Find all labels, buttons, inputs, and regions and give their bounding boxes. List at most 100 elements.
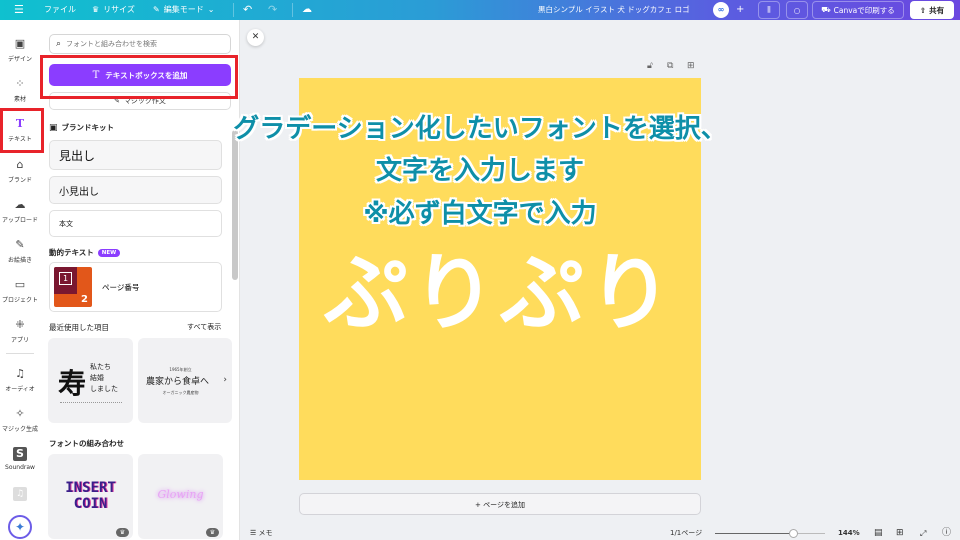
- insert-coin-text: INSERT COIN: [48, 480, 133, 512]
- document-title[interactable]: 黒白シンプル イラスト 犬 ドッグカフェ ロゴ: [538, 0, 690, 20]
- zoom-level[interactable]: 144%: [838, 527, 860, 540]
- add-textbox-button[interactable]: T テキストボックスを追加: [49, 64, 231, 86]
- comments-button[interactable]: ○: [786, 1, 808, 19]
- fullscreen-icon[interactable]: ⤢: [920, 527, 926, 540]
- brand-kit-icon: ▣: [49, 122, 58, 133]
- body-label: 本文: [59, 219, 73, 228]
- add-textbox-label: テキストボックスを追加: [105, 70, 188, 80]
- folder-icon: ▭: [14, 278, 26, 291]
- brand-kit-header[interactable]: ▣ ブランドキット: [49, 122, 114, 133]
- undo-icon[interactable]: ↶: [243, 0, 252, 20]
- heading-label: 見出し: [59, 148, 96, 163]
- rail-label: 素材: [13, 96, 26, 103]
- recent-header: 最近使用した項目: [49, 322, 109, 333]
- close-panel-button[interactable]: ✕: [247, 29, 264, 46]
- rail-item-text[interactable]: T テキスト: [0, 117, 40, 143]
- recent-item-small-bottom: オーガニック農産物: [162, 390, 199, 395]
- rail-label: テキスト: [8, 136, 32, 143]
- divider: [233, 3, 234, 17]
- rail-item-audio[interactable]: ♫ オーディオ: [0, 367, 40, 393]
- page-indicator[interactable]: 1/1ページ: [670, 527, 702, 540]
- chevron-right-icon[interactable]: ›: [223, 375, 227, 385]
- help-icon[interactable]: ⓘ: [942, 527, 951, 540]
- rail-item-draw[interactable]: ✎ お絵描き: [0, 238, 40, 264]
- soundraw-icon: S: [13, 447, 27, 461]
- magic-media-icon: ✧: [15, 407, 25, 420]
- zoom-slider-handle[interactable]: [789, 529, 799, 538]
- recent-item[interactable]: 1965年創立 農家から食卓へ オーガニック農産物 ›: [138, 338, 232, 423]
- subheading-label: 小見出し: [59, 186, 99, 198]
- resize-label: リサイズ: [103, 5, 135, 14]
- page-number-item[interactable]: 1 2 ページ番号: [49, 262, 222, 312]
- rail-item-uploads[interactable]: ☁ アップロード: [0, 198, 40, 224]
- apps-icon: ⁜: [15, 318, 25, 331]
- grid-view-icon[interactable]: ⊞: [896, 527, 904, 540]
- rail-label: プロジェクト: [1, 297, 38, 304]
- crown-icon: ♛: [92, 5, 100, 14]
- top-bar: ☰ ファイル ♛ リサイズ ✎ 編集モード ⌄ ↶ ↷ ☁ 黒白シンプル イラスト 犬…: [0, 0, 960, 20]
- glowing-text: Glowing: [157, 488, 204, 501]
- magic-pen-icon: ✎: [114, 97, 120, 105]
- font-combos-label: フォントの組み合わせ: [49, 439, 124, 448]
- premium-crown-icon: ♛: [206, 528, 219, 537]
- document-title-text: 黒白シンプル イラスト 犬 ドッグカフェ ロゴ: [538, 5, 690, 14]
- insights-button[interactable]: ⫼: [758, 1, 780, 19]
- resize-button[interactable]: ♛ リサイズ: [92, 0, 135, 20]
- share-button[interactable]: ⇧ 共有: [910, 1, 954, 19]
- design-icon: ▣: [14, 37, 26, 50]
- thumb-number-1: 1: [59, 272, 72, 285]
- font-combo-item[interactable]: Glowing ♛: [138, 454, 223, 539]
- add-collaborator-button[interactable]: +: [736, 0, 744, 20]
- rail-item-brand[interactable]: ⌂ ブランド: [0, 158, 40, 184]
- edit-mode-dropdown[interactable]: ✎ 編集モード ⌄: [153, 0, 214, 20]
- avatar[interactable]: ∞: [713, 2, 729, 18]
- cloud-saved-icon[interactable]: ☁: [302, 0, 312, 20]
- rail-item-magic-media[interactable]: ✧ マジック生成: [0, 407, 40, 433]
- magic-write-label: マジック作文: [123, 97, 166, 105]
- file-menu[interactable]: ファイル: [44, 0, 76, 20]
- duplicate-page-icon[interactable]: ⧉: [667, 61, 673, 71]
- bar-chart-icon: ⫼: [767, 5, 771, 14]
- rail-item-projects[interactable]: ▭ プロジェクト: [0, 278, 40, 304]
- recent-item-small-top: 1965年創立: [169, 367, 192, 372]
- recent-label: 最近使用した項目: [49, 323, 109, 332]
- print-button[interactable]: ⛟ Canvaで印刷する: [812, 1, 904, 19]
- magic-assistant-icon[interactable]: ✦: [8, 515, 32, 539]
- divider: [6, 353, 34, 354]
- rail-item-apps[interactable]: ⁜ アプリ: [0, 318, 40, 344]
- search-placeholder: フォントと組み合わせを検索: [66, 40, 158, 48]
- font-combo-item[interactable]: INSERT COIN ♛: [48, 454, 133, 539]
- rail-item-design[interactable]: ▣ デザイン: [0, 37, 40, 63]
- instruction-line-3: ※必ず白文字で入力: [363, 199, 597, 229]
- page-number-thumbnail: 1 2: [54, 267, 92, 307]
- chevron-down-icon: ⌄: [207, 5, 215, 14]
- divider: [292, 3, 293, 17]
- font-search-input[interactable]: ⌕ フォントと組み合わせを検索: [49, 34, 231, 54]
- notes-icon: ☰: [250, 529, 257, 537]
- music-app-icon[interactable]: ♫: [13, 487, 27, 501]
- combo-text-2: COIN: [73, 496, 108, 512]
- rail-item-soundraw[interactable]: S Soundraw: [0, 447, 40, 471]
- thumb-number-2: 2: [81, 294, 88, 305]
- redo-icon[interactable]: ↷: [268, 0, 277, 20]
- page-text-element[interactable]: ぷりぷり: [300, 243, 700, 343]
- recent-item-kanji: 寿: [58, 367, 87, 400]
- rail-item-elements[interactable]: ⁘ 素材: [0, 77, 40, 103]
- premium-crown-icon: ♛: [116, 528, 129, 537]
- notes-button[interactable]: ☰ メモ: [250, 527, 273, 540]
- decor-line: [60, 402, 122, 403]
- lock-icon[interactable]: 🔓︎: [647, 61, 653, 71]
- brand-kit-label: ブランドキット: [61, 123, 115, 132]
- page-view-icon[interactable]: ▤: [874, 527, 883, 540]
- upload-icon: ⇧: [919, 5, 927, 15]
- zoom-slider[interactable]: [715, 529, 825, 538]
- recent-item[interactable]: 寿 私たち 結婚 しました: [48, 338, 133, 423]
- add-page-icon[interactable]: ⊞: [687, 61, 695, 71]
- see-all-link[interactable]: すべて表示: [187, 322, 221, 332]
- new-badge: NEW: [97, 248, 121, 257]
- draw-pen-icon: ✎: [15, 238, 25, 251]
- font-combos-header: フォントの組み合わせ: [49, 438, 124, 449]
- hamburger-menu-icon[interactable]: ☰: [14, 0, 24, 20]
- add-page-button[interactable]: + ページを追加: [299, 493, 701, 515]
- instruction-line-1: グラデーション化したいフォントを選択、: [233, 114, 727, 144]
